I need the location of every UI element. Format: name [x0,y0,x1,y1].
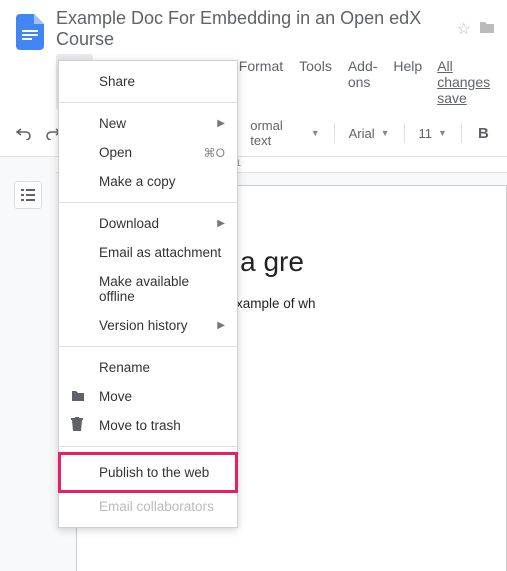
menu-label: Download [99,216,159,231]
submenu-arrow-icon: ▶ [217,218,225,229]
menu-label: Make a copy [99,174,176,189]
submenu-arrow-icon: ▶ [217,118,225,129]
separator [59,346,237,347]
font-size-label: 11 [419,126,433,141]
docs-logo[interactable] [12,8,48,56]
style-select[interactable]: ormal text ▼ [246,116,323,150]
menu-label: Share [99,74,135,89]
trash-icon [71,417,83,434]
menu-label: Move to trash [99,418,181,433]
style-label: ormal text [250,118,304,148]
menu-item-make-copy[interactable]: Make a copy [59,167,237,196]
shortcut-label: ⌘O [204,146,225,160]
menu-item-open[interactable]: Open ⌘O [59,138,237,167]
menu-item-email-attachment[interactable]: Email as attachment [59,238,237,267]
menu-label: Publish to the web [99,465,209,480]
menu-item-move-trash[interactable]: Move to trash [59,411,237,440]
menu-item-email-collaborators: Email collaborators [59,492,237,521]
menu-format[interactable]: Format [232,54,290,110]
star-icon[interactable]: ☆ [457,19,471,39]
menu-label: Move [99,389,132,404]
font-size-select[interactable]: 11 ▼ [415,124,451,143]
menu-item-publish-web[interactable]: Publish to the web [59,453,237,492]
caret-down-icon: ▼ [381,128,390,138]
menu-tools[interactable]: Tools [292,54,339,110]
menu-item-rename[interactable]: Rename [59,353,237,382]
menu-item-version-history[interactable]: Version history ▶ [59,311,237,340]
menu-label: Make available offline [99,274,223,304]
folder-icon [71,389,85,405]
menu-item-make-offline[interactable]: Make available offline [59,267,237,311]
caret-down-icon: ▼ [311,128,320,138]
menu-item-share[interactable]: Share [59,67,237,96]
doc-title[interactable]: Example Doc For Embedding in an Open edX… [56,8,449,50]
menu-label: Email as attachment [99,245,221,260]
menu-item-move[interactable]: Move [59,382,237,411]
submenu-arrow-icon: ▶ [217,320,225,331]
menu-label: Email collaborators [99,499,214,514]
menu-item-download[interactable]: Download ▶ [59,209,237,238]
bold-button[interactable]: B [472,121,495,145]
menu-label: Version history [99,318,188,333]
file-menu-dropdown: Share New ▶ Open ⌘O Make a copy Download… [58,60,238,528]
outline-button[interactable] [14,181,42,209]
caret-down-icon: ▼ [438,128,447,138]
separator [59,102,237,103]
separator [59,202,237,203]
font-label: Arial [349,126,375,141]
menu-label: New [99,116,126,131]
menu-label: Open [99,145,132,160]
menu-addons[interactable]: Add-ons [341,54,385,110]
menu-item-new[interactable]: New ▶ [59,109,237,138]
separator [461,123,462,143]
folder-move-icon[interactable] [479,20,495,39]
separator [59,446,237,447]
undo-button[interactable] [12,121,35,145]
menu-help[interactable]: Help [386,54,429,110]
font-select[interactable]: Arial ▼ [345,124,394,143]
menu-label: Rename [99,360,150,375]
separator [404,123,405,143]
separator [334,123,335,143]
save-status[interactable]: All changes save [435,54,495,110]
